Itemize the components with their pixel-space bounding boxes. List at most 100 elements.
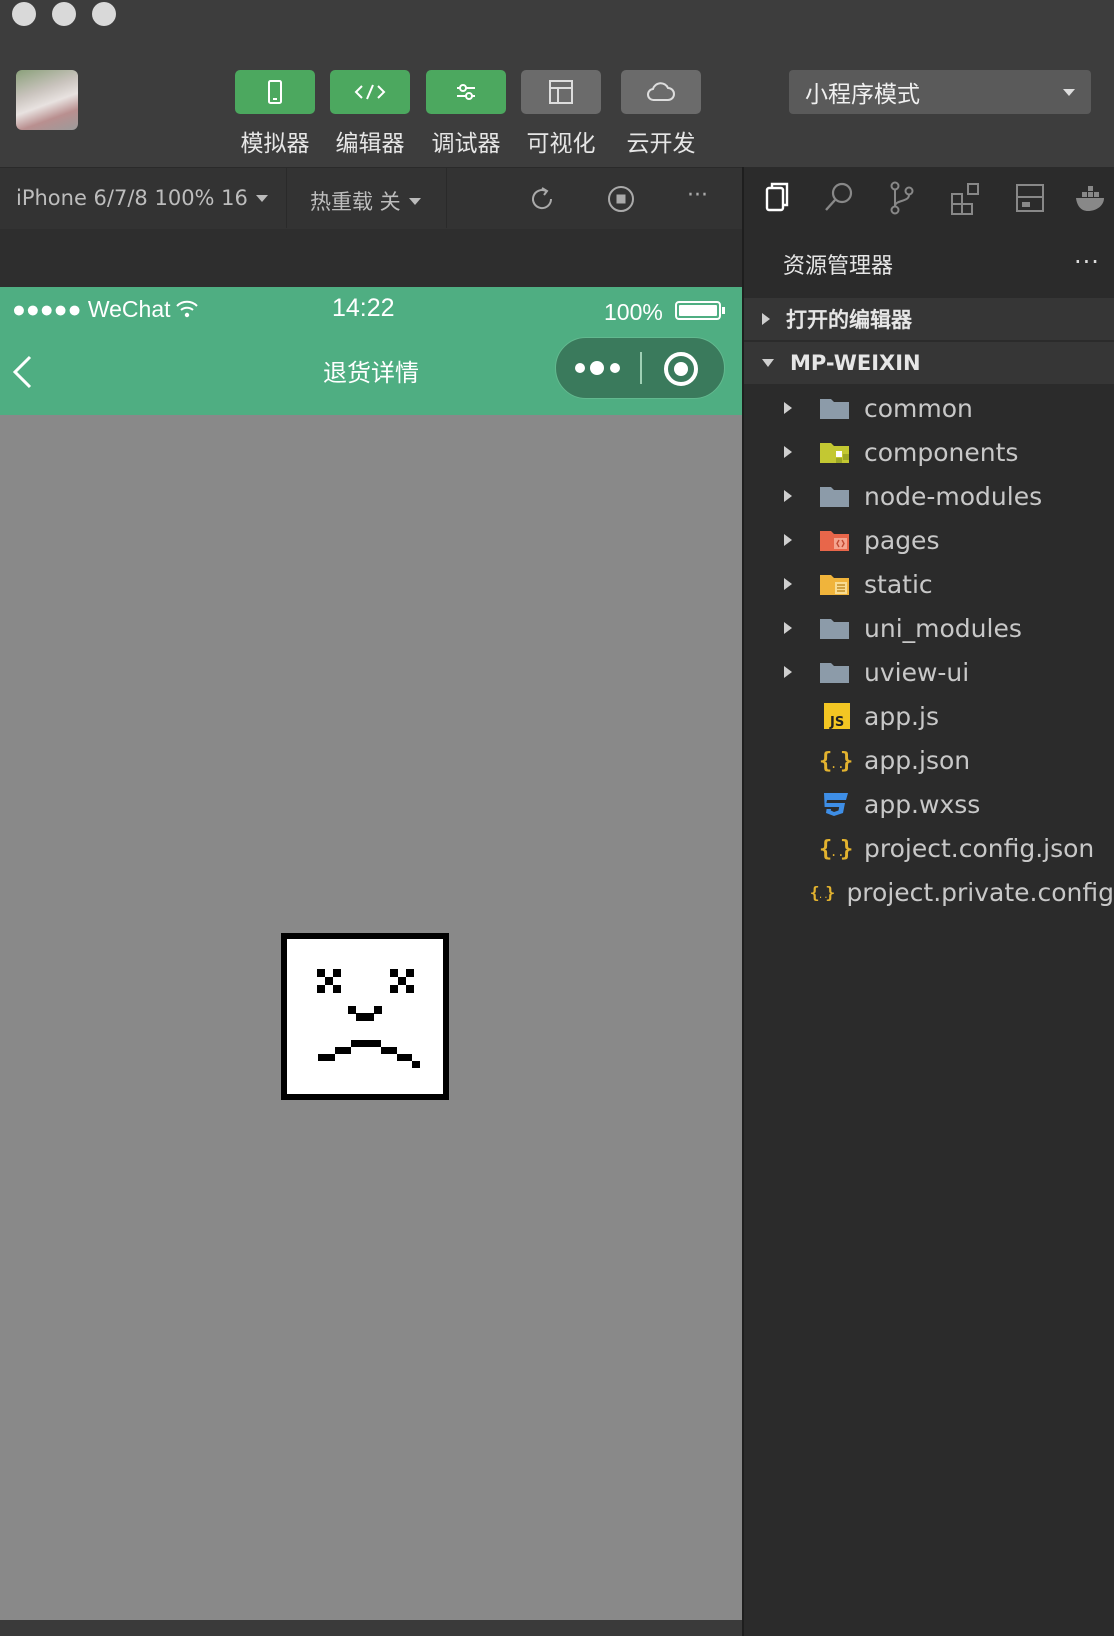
- chevron-right-icon: [784, 446, 792, 458]
- hot-reload-value: 热重载 关: [310, 190, 401, 214]
- tree-item-node-modules[interactable]: node-modules: [744, 474, 1114, 518]
- tree-item-app-wxss[interactable]: app.wxss: [744, 782, 1114, 826]
- tree-item-label: uview-ui: [864, 657, 970, 687]
- chevron-down-icon: [1063, 88, 1075, 96]
- simulator-more-button[interactable]: ···: [687, 183, 708, 208]
- status-time: 14:22: [332, 294, 395, 322]
- page-title: 退货详情: [323, 359, 419, 387]
- tree-item-label: node-modules: [864, 481, 1043, 511]
- menu-capsule: [555, 337, 725, 399]
- chevron-right-icon: [784, 402, 792, 414]
- json-file-icon: {..}: [810, 883, 835, 902]
- more-dots-icon[interactable]: [572, 357, 624, 379]
- folder-icon: [820, 663, 849, 683]
- layout-icon: [549, 80, 573, 104]
- folder-icon: [820, 487, 849, 507]
- back-icon[interactable]: [10, 354, 36, 390]
- static-folder-icon: [820, 575, 849, 595]
- tree-item-uni-modules[interactable]: uni_modules: [744, 606, 1114, 650]
- code-icon: [354, 84, 386, 100]
- hot-reload-select[interactable]: 热重载 关: [310, 186, 421, 216]
- tree-item-pages[interactable]: pages: [744, 518, 1114, 562]
- tree-item-label: components: [864, 437, 1019, 467]
- chevron-right-icon: [784, 666, 792, 678]
- window-close-button[interactable]: [12, 2, 36, 26]
- mode-select[interactable]: 小程序模式: [789, 70, 1091, 114]
- tree-item-label: app.js: [864, 701, 939, 731]
- close-miniprogram-icon[interactable]: [662, 350, 700, 388]
- tree-item-label: project.private.config: [846, 877, 1114, 907]
- tree-item-app-js[interactable]: JS app.js: [744, 694, 1114, 738]
- tree-item-label: static: [864, 569, 933, 599]
- explorer-more-button[interactable]: ···: [1074, 248, 1100, 276]
- tree-item-static[interactable]: static: [744, 562, 1114, 606]
- chevron-right-icon: [762, 313, 770, 325]
- refresh-icon[interactable]: [527, 184, 557, 214]
- battery-percent: 100%: [604, 299, 663, 325]
- tree-item-common[interactable]: common: [744, 386, 1114, 430]
- tree-item-label: pages: [864, 525, 940, 555]
- simulator-toggle-button[interactable]: [235, 70, 315, 114]
- pages-folder-icon: [820, 531, 849, 551]
- window-minimize-button[interactable]: [52, 2, 76, 26]
- explorer-title: 资源管理器: [783, 254, 894, 279]
- chevron-down-icon: [408, 197, 421, 205]
- json-file-icon: {..}: [819, 749, 852, 774]
- editor-label: 编辑器: [335, 131, 405, 157]
- mode-select-value: 小程序模式: [805, 82, 920, 108]
- simulator-spacer: [0, 229, 742, 287]
- chevron-right-icon: [784, 534, 792, 546]
- capsule-divider: [640, 352, 642, 384]
- source-control-icon[interactable]: [884, 180, 920, 216]
- tree-item-app-json[interactable]: {..} app.json: [744, 738, 1114, 782]
- phone-icon: [268, 80, 282, 104]
- storage-icon[interactable]: [1012, 180, 1048, 216]
- chevron-right-icon: [784, 490, 792, 502]
- search-icon[interactable]: [822, 180, 858, 216]
- tree-item-label: app.json: [864, 745, 971, 775]
- tree-item-project-private-config[interactable]: {..} project.private.config: [744, 870, 1114, 914]
- chevron-down-icon: [762, 359, 774, 367]
- battery-icon: [675, 301, 725, 320]
- visual-toggle-button[interactable]: [521, 70, 601, 114]
- error-face-icon: [281, 933, 449, 1100]
- folder-icon: [820, 399, 849, 419]
- editor-toggle-button[interactable]: [330, 70, 410, 114]
- stop-icon[interactable]: [606, 184, 636, 214]
- json-file-icon: {..}: [819, 837, 852, 862]
- extensions-icon[interactable]: [948, 180, 984, 216]
- chevron-down-icon: [255, 194, 268, 202]
- files-icon[interactable]: [758, 180, 794, 216]
- docker-icon[interactable]: [1074, 180, 1110, 216]
- chevron-right-icon: [784, 578, 792, 590]
- open-editors-section[interactable]: 打开的编辑器: [744, 298, 1114, 340]
- divider: [286, 168, 287, 228]
- cloud-dev-toggle-button[interactable]: [621, 70, 701, 114]
- avatar[interactable]: [16, 70, 78, 130]
- debugger-label: 调试器: [431, 131, 501, 157]
- svg-text:JS: JS: [829, 715, 844, 730]
- device-select[interactable]: iPhone 6/7/8 100% 16: [16, 186, 268, 210]
- project-section[interactable]: MP-WEIXIN: [744, 342, 1114, 384]
- carrier-text: ●●●●● WeChat: [12, 296, 171, 322]
- folder-icon: [820, 619, 849, 639]
- window-maximize-button[interactable]: [92, 2, 116, 26]
- tree-item-label: app.wxss: [864, 789, 981, 819]
- tree-item-project-config-json[interactable]: {..} project.config.json: [744, 826, 1114, 870]
- wifi-icon: [176, 300, 198, 318]
- chevron-right-icon: [784, 622, 792, 634]
- visual-label: 可视化: [526, 131, 596, 157]
- svg-text:}: }: [826, 883, 835, 902]
- tree-item-components[interactable]: components: [744, 430, 1114, 474]
- tree-item-uview-ui[interactable]: uview-ui: [744, 650, 1114, 694]
- tree-item-label: project.config.json: [864, 833, 1095, 863]
- simulator-label: 模拟器: [240, 131, 310, 157]
- cloud-icon: [647, 82, 675, 101]
- debugger-toggle-button[interactable]: [426, 70, 506, 114]
- components-folder-icon: [820, 443, 849, 463]
- svg-text:}: }: [840, 837, 852, 862]
- simulator-footer: [0, 1620, 742, 1636]
- tree-item-label: uni_modules: [864, 613, 1022, 643]
- svg-text:}: }: [840, 749, 852, 774]
- divider: [446, 168, 447, 228]
